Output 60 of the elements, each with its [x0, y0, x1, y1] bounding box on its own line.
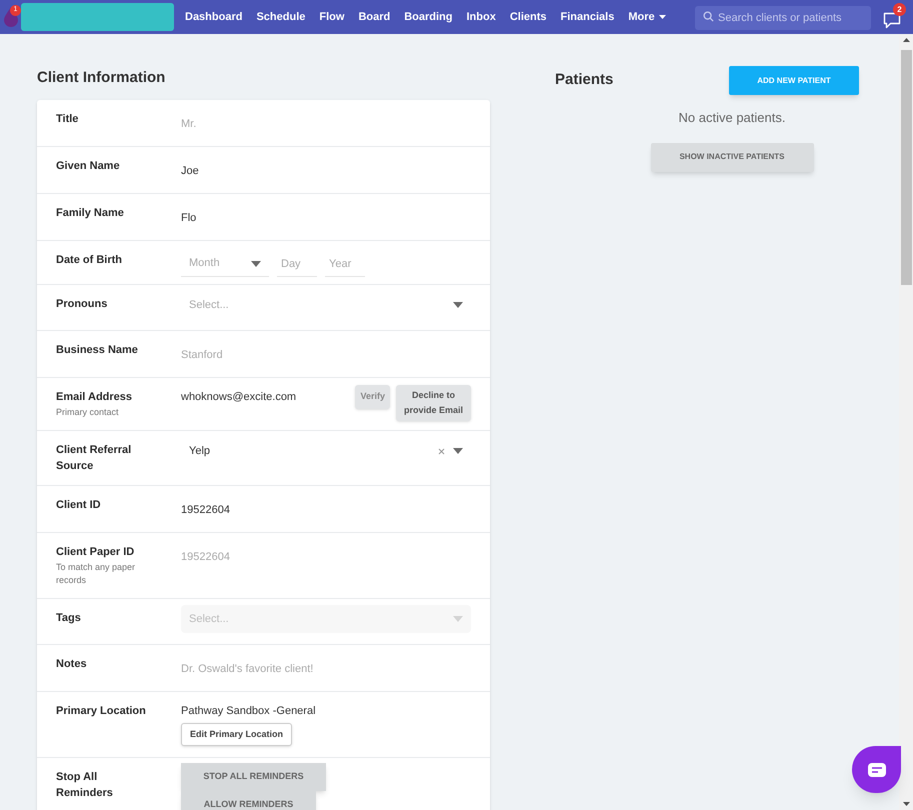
location-text: Pathway Sandbox -General	[181, 704, 316, 719]
field-label: Email Address	[56, 390, 134, 405]
field-label: Family Name	[56, 206, 125, 221]
day-field[interactable]: Day	[277, 251, 317, 277]
stop-reminders-button[interactable]: STOP ALL REMINDERS	[181, 763, 326, 791]
allow-reminders-button[interactable]: ALLOW REMINDERS	[181, 791, 316, 810]
text-field[interactable]: 19522604	[181, 549, 471, 565]
field-label: Client Referral Source	[56, 443, 132, 474]
decline-email-button[interactable]: Decline to provide Email	[396, 385, 471, 421]
nav-link[interactable]: Clients	[510, 8, 547, 26]
field-label: Title	[56, 112, 80, 127]
patients-title: Patients	[555, 70, 614, 90]
select-field[interactable]: Yelp	[181, 437, 471, 465]
field-label: Client ID	[56, 498, 102, 513]
email-field[interactable]: whoknows@excite.com	[181, 389, 341, 405]
caret-icon	[453, 448, 463, 454]
nav-link[interactable]: Dashboard	[185, 8, 242, 26]
field-label: Tags	[56, 611, 82, 626]
field-label: Pronouns	[56, 297, 108, 312]
search-icon	[703, 11, 714, 22]
field-label: Stop All Reminders	[56, 770, 114, 801]
scroll-up-icon[interactable]	[902, 38, 910, 42]
scrollbar[interactable]	[899, 34, 913, 810]
field-label: Notes	[56, 657, 88, 672]
text-field[interactable]: Joe	[181, 163, 471, 179]
scrollbar-thumb[interactable]	[900, 50, 912, 285]
text-field[interactable]: Dr. Oswald's favorite client!	[181, 661, 471, 677]
field-hint: Primary contact	[56, 406, 120, 419]
field-hint: To match any paper records	[56, 561, 136, 587]
empty-message: No active patients.	[678, 109, 786, 127]
caret-icon	[453, 616, 463, 622]
text-field[interactable]: Flo	[181, 210, 471, 226]
caret-icon	[251, 260, 261, 266]
text-field[interactable]: Mr.	[181, 116, 471, 132]
text-field[interactable]: Stanford	[181, 347, 471, 363]
field-label: Given Name	[56, 159, 121, 174]
chat-icon	[868, 762, 886, 776]
nav-link[interactable]: Boarding	[404, 8, 452, 26]
nav-link[interactable]: Financials	[560, 8, 614, 26]
clear-icon[interactable]	[438, 448, 445, 454]
nav-link[interactable]: Inbox	[466, 8, 496, 26]
nav-link[interactable]: Schedule	[256, 8, 306, 26]
year-field[interactable]: Year	[325, 251, 365, 277]
field-label: Primary Location	[56, 704, 147, 719]
scroll-down-icon[interactable]	[902, 802, 910, 806]
edit-location-button[interactable]: Edit Primary Location	[181, 723, 292, 746]
text-field[interactable]: 19522604	[181, 502, 471, 518]
field-label: Date of Birth	[56, 253, 123, 268]
field-label: Client Paper ID	[56, 545, 136, 560]
caret-icon	[453, 302, 463, 308]
messages-icon[interactable]	[883, 12, 901, 29]
message-count-badge: 2	[893, 3, 906, 16]
section-title: Client Information	[37, 68, 166, 88]
nav-link[interactable]: More	[628, 8, 666, 26]
chat-button[interactable]	[852, 746, 901, 793]
search-field[interactable]: Search clients or patients	[695, 6, 871, 30]
nav-link[interactable]: Flow	[319, 8, 344, 26]
caret-icon	[658, 15, 666, 19]
field-label: Business Name	[56, 343, 139, 358]
nav-link[interactable]: Board	[358, 8, 390, 26]
